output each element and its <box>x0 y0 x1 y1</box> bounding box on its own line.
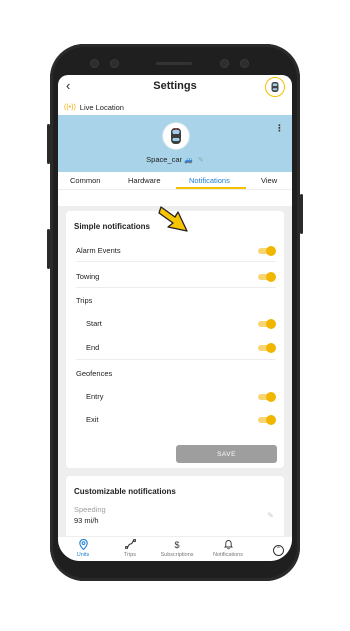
divider <box>76 359 276 360</box>
trips-end-label: End <box>86 342 100 352</box>
geofences-entry-toggle[interactable] <box>258 391 276 402</box>
volume-button <box>47 124 50 164</box>
divider <box>76 261 276 262</box>
settings-content: Simple notifications Alarm Events Towing… <box>58 206 292 546</box>
trips-end-toggle[interactable] <box>258 342 276 353</box>
app-screen: ‹ Settings ((•)) Live Location Space_car… <box>58 75 292 561</box>
volume-button <box>47 229 50 269</box>
car-icon <box>171 128 181 144</box>
page-title: Settings <box>153 80 197 92</box>
edit-speeding-icon[interactable]: ✎ <box>267 511 274 520</box>
route-icon <box>108 538 152 551</box>
live-location-bar[interactable]: ((•)) Live Location <box>58 99 292 115</box>
geofences-entry-row: Entry <box>86 387 276 405</box>
nav-units[interactable]: Units <box>61 538 105 558</box>
trips-group-label: Trips <box>76 296 93 305</box>
save-button[interactable]: SAVE <box>176 445 277 463</box>
annotation-arrow-icon <box>158 206 188 232</box>
sensor-dot <box>240 59 249 68</box>
nav-subscriptions[interactable]: $ Subscriptions <box>155 539 199 558</box>
app-header: ‹ Settings <box>58 75 292 99</box>
car-icon <box>271 82 279 92</box>
phone-frame: ‹ Settings ((•)) Live Location Space_car… <box>47 44 303 581</box>
alarm-events-toggle[interactable] <box>258 245 276 256</box>
trips-start-row: Start <box>86 314 276 332</box>
trips-start-label: Start <box>86 318 102 328</box>
nav-subscriptions-label: Subscriptions <box>160 552 194 558</box>
unit-name-row: Space_car 🚙 ✎ <box>58 155 292 164</box>
tab-common[interactable]: Common <box>70 176 100 185</box>
location-pin-icon <box>61 538 105 551</box>
unit-avatar[interactable] <box>265 77 285 97</box>
geofences-exit-toggle[interactable] <box>258 414 276 425</box>
edit-name-icon[interactable]: ✎ <box>198 157 204 164</box>
broadcast-icon: ((•)) <box>64 103 76 111</box>
towing-toggle[interactable] <box>258 271 276 282</box>
geofences-exit-label: Exit <box>86 414 99 424</box>
towing-label: Towing <box>76 271 100 281</box>
settings-tabs: Common Hardware Notifications View <box>58 172 292 190</box>
speeding-label: Speeding <box>74 505 106 514</box>
tab-notifications[interactable]: Notifications <box>189 176 230 185</box>
car-emoji-icon: 🚙 <box>184 157 193 164</box>
bottom-navigation: Units Trips $ Subscriptions Notification… <box>58 536 292 561</box>
sensor-dot <box>90 59 99 68</box>
nav-notifications[interactable]: Notifications <box>206 539 250 558</box>
active-tab-indicator <box>176 187 246 189</box>
power-button <box>300 194 303 234</box>
expand-more-icon[interactable]: ⌃ <box>273 545 284 556</box>
unit-name: Space_car <box>146 155 183 164</box>
trips-start-toggle[interactable] <box>258 318 276 329</box>
geofences-entry-label: Entry <box>86 391 104 401</box>
trips-end-row: End <box>86 338 276 356</box>
live-location-label: Live Location <box>79 102 124 112</box>
alarm-events-row: Alarm Events <box>76 241 276 259</box>
simple-notifications-card: Simple notifications Alarm Events Towing… <box>66 211 284 468</box>
camera-dot <box>220 59 229 68</box>
dollar-icon: $ <box>174 540 180 550</box>
divider <box>76 287 276 288</box>
alarm-events-label: Alarm Events <box>76 245 121 255</box>
simple-notifications-title: Simple notifications <box>74 222 151 231</box>
phone-top <box>50 44 300 74</box>
nav-notifications-label: Notifications <box>213 552 243 558</box>
speeding-value: 93 mi/h <box>74 516 99 525</box>
unit-photo[interactable] <box>162 122 190 150</box>
more-options-icon[interactable]: ⋮ <box>275 123 284 134</box>
towing-row: Towing <box>76 267 276 285</box>
bell-icon <box>206 539 250 551</box>
nav-trips-label: Trips <box>123 552 137 558</box>
unit-profile-band: Space_car 🚙 ✎ ⋮ <box>58 115 292 172</box>
geofences-group-label: Geofences <box>76 369 113 378</box>
tab-hardware[interactable]: Hardware <box>128 176 161 185</box>
geofences-exit-row: Exit <box>86 410 276 428</box>
nav-units-label: Units <box>76 552 90 558</box>
sensor-dot <box>110 59 119 68</box>
nav-trips[interactable]: Trips <box>108 538 152 558</box>
customizable-notifications-title: Customizable notifications <box>74 487 176 496</box>
tab-view[interactable]: View <box>261 176 277 185</box>
speaker <box>156 62 192 65</box>
